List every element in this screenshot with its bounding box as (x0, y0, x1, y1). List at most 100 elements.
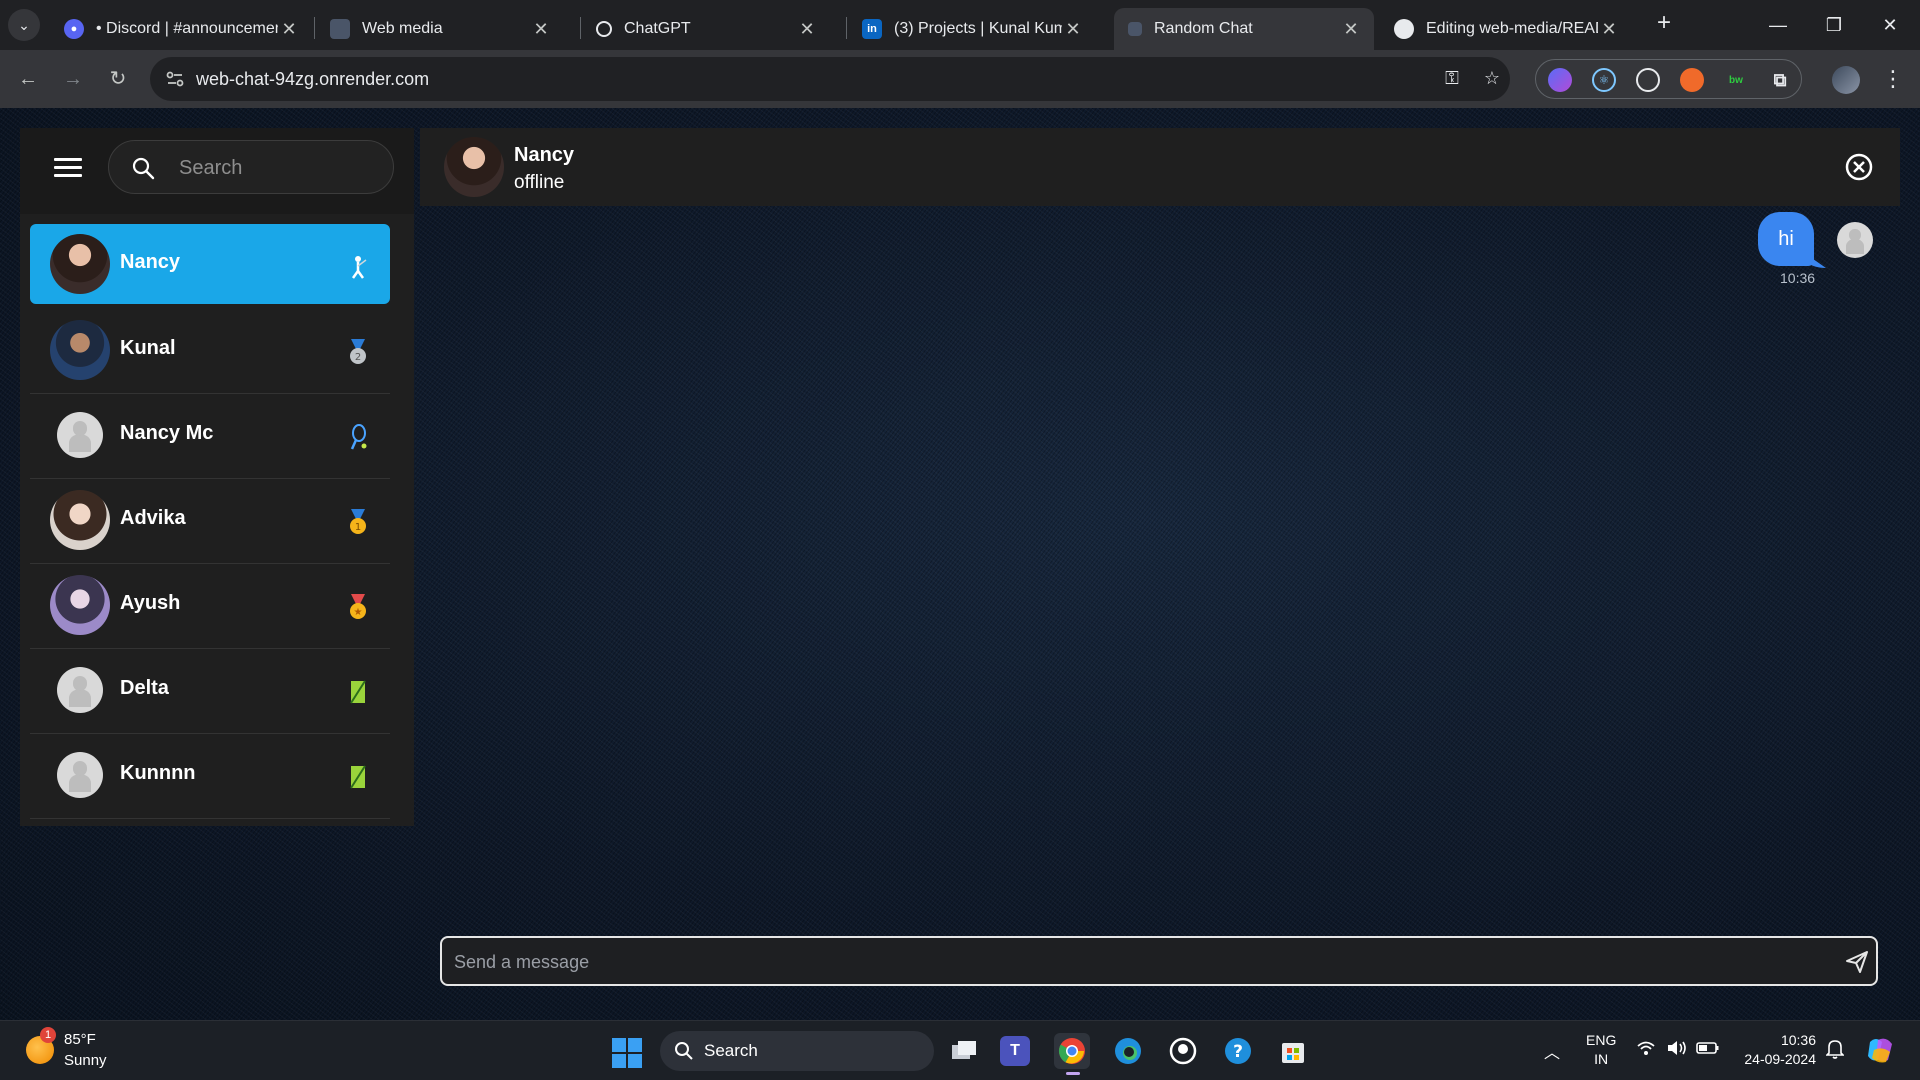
language-indicator[interactable]: ENG IN (1586, 1031, 1616, 1069)
extensions-puzzle-icon[interactable]: ⧉ (1768, 68, 1792, 92)
notifications-bell-icon[interactable] (1825, 1039, 1845, 1064)
send-icon[interactable] (1844, 949, 1870, 975)
react-devtools-icon[interactable]: ⚛ (1592, 68, 1616, 92)
profile-avatar[interactable] (1832, 66, 1860, 94)
address-bar[interactable]: web-chat-94zg.onrender.com ⚿ ☆ (150, 57, 1510, 101)
svg-text:1: 1 (355, 522, 361, 533)
discord-icon: ● (64, 19, 84, 39)
extension-icon-5[interactable]: bw (1724, 68, 1748, 92)
fencing-icon (351, 256, 367, 279)
svg-text:★: ★ (354, 607, 363, 618)
svg-text:?: ? (1233, 1042, 1243, 1062)
help-icon[interactable]: ? (1220, 1033, 1256, 1069)
svg-text:2: 2 (355, 352, 361, 363)
close-tab-icon[interactable]: ✕ (1598, 19, 1620, 40)
contact-item-nancy-mc[interactable]: Nancy Mc (30, 394, 390, 479)
default-avatar-icon (1837, 222, 1873, 258)
teams-icon[interactable]: T (1000, 1036, 1030, 1066)
new-tab-button[interactable]: + (1652, 11, 1676, 36)
extension-target-icon[interactable] (1636, 68, 1660, 92)
contact-name: Nancy Mc (120, 422, 214, 444)
tab-random-chat[interactable]: Random Chat ✕ (1114, 8, 1374, 50)
site-info-icon[interactable] (164, 68, 186, 90)
volume-icon[interactable] (1666, 1039, 1688, 1062)
sidebar-header (20, 128, 414, 214)
tab-web-media[interactable]: Web media ✕ (316, 8, 564, 50)
windows-taskbar: 1 85°F Sunny Search T ? ︿ ENG IN 10:36 2… (0, 1020, 1920, 1080)
store-icon[interactable] (1275, 1033, 1311, 1069)
extension-icon-1[interactable] (1548, 68, 1572, 92)
edge-icon[interactable] (1110, 1033, 1146, 1069)
weather-description[interactable]: Sunny (64, 1052, 107, 1069)
search-icon (675, 1042, 693, 1060)
minimize-button[interactable]: — (1750, 8, 1806, 42)
tab-chatgpt[interactable]: ChatGPT ✕ (582, 8, 830, 50)
taskbar-search[interactable]: Search (660, 1031, 934, 1071)
battery-icon[interactable] (1696, 1039, 1720, 1062)
chat-avatar[interactable] (444, 137, 504, 197)
gold-medal-icon: 1 (350, 509, 366, 534)
extension-icon-4[interactable] (1680, 68, 1704, 92)
message-input[interactable] (454, 948, 1814, 976)
contact-item-advika[interactable]: Advika 1 (30, 479, 390, 564)
tab-github[interactable]: Editing web-media/READM ✕ (1380, 8, 1632, 50)
github-icon (1394, 19, 1414, 39)
contact-item-kunnnn[interactable]: Kunnnn (30, 734, 390, 819)
start-button[interactable] (612, 1038, 642, 1068)
linkedin-icon: in (862, 19, 882, 39)
tab-discord[interactable]: ● • Discord | #announcemen ✕ (50, 8, 312, 50)
chrome-icon[interactable] (1054, 1033, 1090, 1075)
default-avatar-icon (57, 412, 103, 458)
avatar (50, 490, 110, 550)
tennis-icon (350, 424, 367, 450)
contact-item-ayush[interactable]: Ayush ★ (30, 564, 390, 649)
github-desktop-icon[interactable] (1165, 1033, 1201, 1069)
close-tab-icon[interactable]: ✕ (1340, 19, 1362, 40)
contact-name: Nancy (120, 251, 181, 273)
contact-item-nancy[interactable]: Nancy (30, 224, 390, 304)
tab-linkedin[interactable]: in (3) Projects | Kunal Kumar | ✕ (848, 8, 1096, 50)
browser-tabstrip: ⌄ ● • Discord | #announcemen ✕ Web media… (0, 0, 1920, 50)
contact-name: Delta (120, 677, 169, 699)
bookmark-star-icon[interactable]: ☆ (1480, 68, 1504, 92)
copilot-icon[interactable] (1864, 1034, 1896, 1071)
close-tab-icon[interactable]: ✕ (1062, 19, 1084, 40)
search-box[interactable] (108, 140, 394, 194)
web-media-icon (330, 19, 350, 39)
contact-item-kunal[interactable]: Kunal 2 (30, 309, 390, 394)
restore-button[interactable]: ❐ (1806, 8, 1862, 42)
contacts-list: Nancy Kunal 2 Nancy Mc Advika 1 Ayush ★ … (30, 224, 390, 819)
weather-temperature[interactable]: 85°F (64, 1031, 96, 1048)
chat-contact-name: Nancy (514, 144, 575, 166)
contact-name: Advika (120, 507, 186, 529)
system-clock[interactable]: 10:36 24-09-2024 (1738, 1031, 1816, 1069)
back-button[interactable]: ← (13, 64, 43, 94)
search-icon (132, 157, 155, 180)
browser-menu-icon[interactable]: ⋮ (1882, 64, 1904, 94)
hamburger-menu-icon[interactable] (54, 158, 82, 178)
contacts-sidebar: Nancy Kunal 2 Nancy Mc Advika 1 Ayush (20, 128, 414, 826)
task-view-icon[interactable] (946, 1033, 982, 1069)
chat-contact-status: offline (514, 172, 565, 193)
message-tail (1806, 254, 1826, 268)
close-tab-icon[interactable]: ✕ (278, 19, 300, 40)
password-key-icon[interactable]: ⚿ (1440, 68, 1464, 92)
avatar (50, 234, 110, 294)
forward-button[interactable]: → (58, 64, 88, 94)
clock-time: 10:36 (1780, 1032, 1816, 1048)
star-medal-icon: ★ (350, 594, 366, 619)
show-hidden-icons-icon[interactable]: ︿ (1544, 1039, 1560, 1063)
wifi-icon[interactable] (1636, 1039, 1656, 1062)
close-tab-icon[interactable]: ✕ (530, 19, 552, 40)
close-chat-icon[interactable] (1844, 152, 1874, 182)
default-avatar-icon (57, 752, 103, 798)
close-window-button[interactable]: ✕ (1862, 8, 1918, 42)
chatgpt-icon (596, 21, 612, 37)
reload-button[interactable]: ↻ (103, 64, 133, 94)
tab-search-button[interactable]: ⌄ (8, 9, 40, 41)
search-input[interactable] (179, 155, 379, 181)
contact-item-delta[interactable]: Delta (30, 649, 390, 734)
url-text: web-chat-94zg.onrender.com (196, 69, 430, 89)
taskbar-search-label: Search (704, 1041, 758, 1060)
close-tab-icon[interactable]: ✕ (796, 19, 818, 40)
